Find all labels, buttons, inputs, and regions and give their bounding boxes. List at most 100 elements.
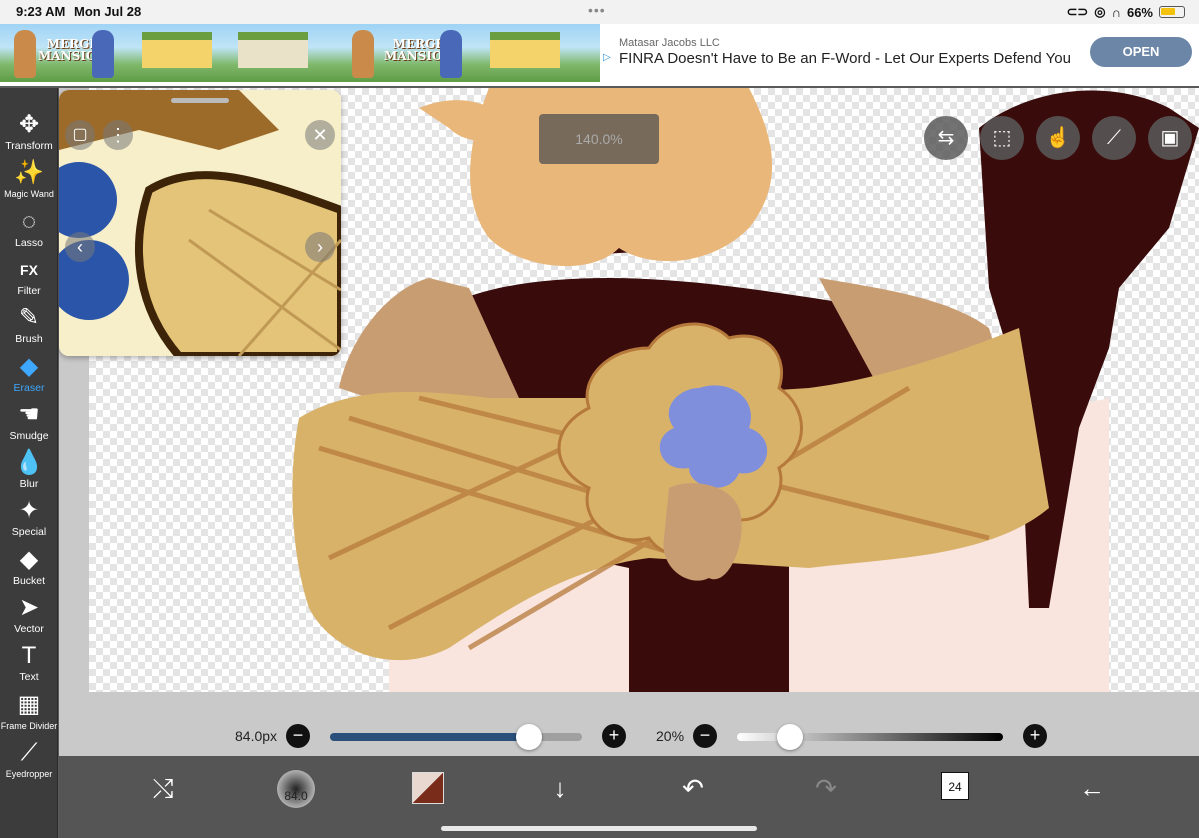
status-time: 9:23 AM [16, 4, 66, 19]
undo-icon[interactable]: ↶ [675, 770, 711, 806]
tool-label: Vector [14, 623, 44, 635]
ad-character-woman [14, 30, 36, 78]
tool-eyedropper[interactable]: ⟋ Eyedropper [0, 738, 58, 786]
zoom-indicator: 140.0% [539, 114, 659, 164]
tool-label: Lasso [14, 236, 44, 249]
status-bar: 9:23 AM Mon Jul 28 ••• ⊂⊃ ◎ ∩ 66% [0, 0, 1199, 24]
tool-label: Eraser [13, 381, 45, 394]
ad-character-woman [352, 30, 374, 78]
reference-window[interactable]: ▢ ⋮ ✕ ‹ › [59, 90, 341, 356]
back-icon[interactable]: ← [1074, 770, 1110, 806]
frame-divider-icon: ▦ [17, 690, 41, 718]
artwork-brooch-drop [663, 483, 742, 581]
tool-sidebar: ✥ Transform ✨ Magic Wand ◌ Lasso FX Filter ✎ Brus… [0, 88, 58, 838]
tool-smudge[interactable]: ☚ Smudge [0, 400, 58, 448]
reference-drag-handle[interactable] [171, 98, 229, 103]
size-increase-button[interactable]: + [602, 724, 626, 748]
screen-mirroring-icon: ⊂⊃ [1066, 4, 1089, 19]
tool-label: Frame Divider [0, 720, 58, 731]
brush-preview-button[interactable]: 84.0 [277, 770, 315, 808]
tool-transform[interactable]: ✥ Transform [0, 110, 58, 158]
ad-image[interactable]: MERGE MANSION MERGE MANSION [0, 24, 600, 82]
battery-fill [1161, 8, 1175, 15]
tool-lasso[interactable]: ◌ Lasso [0, 207, 58, 255]
status-date: Mon Jul 28 [74, 4, 142, 19]
tool-eraser[interactable]: ◆ Eraser [0, 352, 58, 400]
smudge-icon: ☚ [18, 400, 40, 428]
tool-bucket[interactable]: ◆ Bucket [0, 545, 58, 593]
ad-house [142, 32, 212, 68]
ad-headline[interactable]: FINRA Doesn't Have to Be an F-Word - Let… [619, 50, 1071, 67]
ad-character-man [440, 30, 462, 78]
tool-label: Blur [19, 478, 39, 491]
tool-blur[interactable]: 💧 Blur [0, 448, 58, 496]
size-slider-track[interactable] [330, 733, 582, 741]
layers-button[interactable]: 24 [941, 772, 969, 800]
reference-image [59, 90, 341, 356]
ad-choices-icon[interactable]: ▷ [603, 52, 613, 64]
tool-label: Bucket [12, 574, 46, 587]
tool-text[interactable]: T Text [0, 641, 58, 689]
ad-banner[interactable]: MERGE MANSION MERGE MANSION ▷ Matasar Ja… [0, 24, 1199, 86]
tool-label: Smudge [9, 429, 49, 442]
tool-label: Filter [17, 284, 41, 297]
special-icon: ✦ [18, 497, 40, 525]
size-slider-fill [330, 733, 530, 741]
ad-character-man [92, 30, 114, 78]
battery-percent: 66% [1126, 4, 1153, 20]
material-icon[interactable]: ▣ [1148, 116, 1192, 160]
home-indicator[interactable] [441, 826, 757, 831]
size-decrease-button[interactable]: − [286, 724, 310, 748]
tool-filter[interactable]: FX Filter [0, 255, 58, 303]
text-icon: T [21, 642, 37, 670]
selection-icon[interactable]: ⬚ [980, 116, 1024, 160]
brush-size-value: 84.0px [235, 728, 278, 744]
tool-magic-wand[interactable]: ✨ Magic Wand [0, 158, 58, 206]
tool-special[interactable]: ✦ Special [0, 496, 58, 544]
reference-frame-icon[interactable]: ▢ [65, 120, 95, 150]
ad-advertiser: Matasar Jacobs LLC [619, 37, 720, 49]
multitasking-dots-icon[interactable]: ••• [588, 2, 606, 18]
eraser-icon: ◆ [19, 352, 39, 380]
opacity-slider-knob[interactable] [777, 724, 804, 750]
filter-icon: FX [20, 261, 38, 278]
status-indicators: ⊂⊃ ◎ ∩ 66% [1066, 4, 1185, 20]
lock-rotation-icon: ◎ [1094, 4, 1106, 19]
reference-close-icon[interactable]: ✕ [305, 120, 335, 150]
ad-house [238, 32, 308, 68]
brush-preview-label: 84.0 [284, 789, 308, 803]
lasso-icon: ◌ [21, 207, 37, 235]
opacity-value: 20% [656, 728, 685, 744]
redo-icon[interactable]: ↷ [808, 770, 844, 806]
transform-icon: ✥ [18, 111, 40, 138]
bucket-icon: ◆ [19, 545, 39, 573]
vector-icon: ➤ [18, 594, 40, 621]
magic-wand-icon: ✨ [14, 159, 44, 187]
color-swatch-button[interactable] [412, 772, 444, 804]
opacity-increase-button[interactable]: + [1023, 724, 1047, 748]
tool-label: Eyedropper [5, 768, 53, 779]
layers-count: 24 [948, 780, 962, 794]
reference-more-icon[interactable]: ⋮ [103, 120, 133, 150]
headphones-icon: ∩ [1111, 4, 1121, 20]
down-arrow-icon[interactable]: ↓ [542, 770, 578, 806]
brush-settings-bar: 84.0px − + 20% − + [59, 712, 1199, 756]
tool-vector[interactable]: ➤ Vector [0, 593, 58, 641]
tool-frame-divider[interactable]: ▦ Frame Divider [0, 690, 58, 738]
tool-brush[interactable]: ✎ Brush [0, 303, 58, 351]
toggle-icon[interactable]: ⇆ [924, 116, 968, 160]
tool-label: Text [19, 671, 39, 684]
blur-icon: 💧 [14, 449, 44, 477]
reference-prev-icon[interactable]: ‹ [65, 232, 95, 262]
tool-label: Magic Wand [4, 189, 54, 200]
ad-open-button[interactable]: OPEN [1090, 37, 1192, 67]
ad-house [490, 32, 560, 68]
size-slider-knob[interactable] [516, 724, 543, 750]
tool-label: Special [11, 526, 47, 539]
ruler-icon[interactable]: ⟋ [1092, 116, 1136, 160]
hand-icon[interactable]: ☝ [1036, 116, 1080, 160]
reference-next-icon[interactable]: › [305, 232, 335, 262]
battery-icon [1159, 6, 1185, 18]
opacity-decrease-button[interactable]: − [693, 724, 717, 748]
swap-tool-icon[interactable]: ⤭ [145, 770, 181, 806]
